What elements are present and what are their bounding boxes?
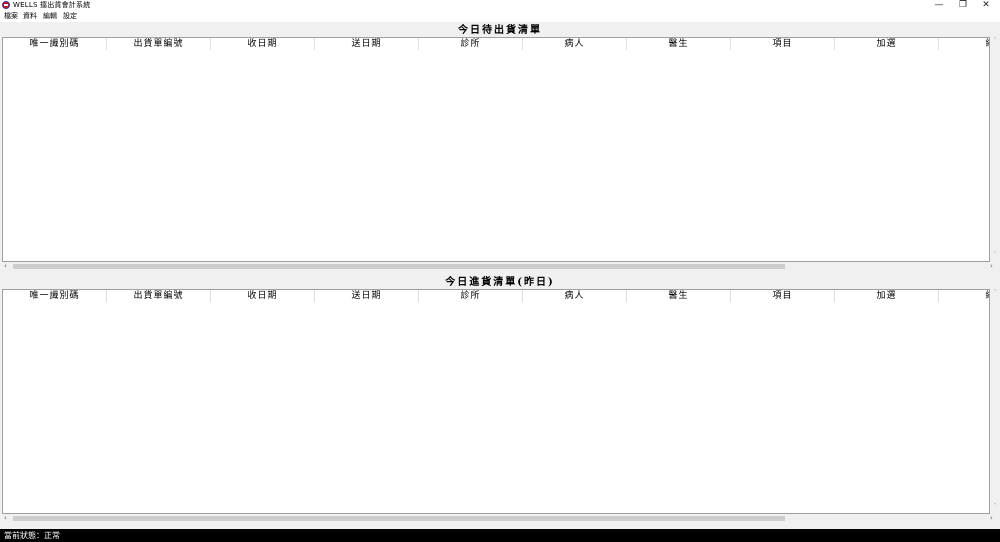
- column-header[interactable]: 診所: [419, 38, 523, 50]
- column-header[interactable]: 醫生: [627, 290, 731, 302]
- scroll-up-icon[interactable]: ˄: [990, 289, 1000, 296]
- pending-shipments-table[interactable]: 唯一識別碼 出貨單編號 收日期 送日期 診所 病人 醫生 項目 加選 總: [2, 37, 990, 262]
- scroll-left-icon[interactable]: ‹: [4, 514, 7, 523]
- table-header: 唯一識別碼 出貨單編號 收日期 送日期 診所 病人 醫生 項目 加選 總: [3, 290, 989, 302]
- scroll-down-icon[interactable]: ˅: [990, 251, 1000, 258]
- scroll-down-icon[interactable]: ˅: [990, 503, 1000, 510]
- incoming-goods-table[interactable]: 唯一識別碼 出貨單編號 收日期 送日期 診所 病人 醫生 項目 加選 總: [2, 289, 990, 514]
- column-header[interactable]: 項目: [731, 290, 835, 302]
- vertical-scrollbar[interactable]: ˄ ˅: [990, 289, 1000, 514]
- app-logo-icon: [2, 1, 10, 9]
- close-button[interactable]: ✕: [972, 0, 1000, 11]
- column-header[interactable]: 診所: [419, 290, 523, 302]
- scrollbar-thumb[interactable]: [13, 264, 785, 269]
- scroll-up-icon[interactable]: ˄: [990, 37, 1000, 44]
- column-header[interactable]: 收日期: [211, 290, 315, 302]
- window-title: WELLS 擂出貨會計系統: [13, 1, 91, 9]
- scroll-left-icon[interactable]: ‹: [4, 262, 7, 271]
- column-header[interactable]: 唯一識別碼: [3, 290, 107, 302]
- column-header[interactable]: 加選: [835, 290, 939, 302]
- scroll-right-icon[interactable]: ›: [990, 262, 993, 271]
- column-header[interactable]: 唯一識別碼: [3, 38, 107, 50]
- column-header[interactable]: 醫生: [627, 38, 731, 50]
- column-header[interactable]: 加選: [835, 38, 939, 50]
- column-header[interactable]: 送日期: [315, 38, 419, 50]
- horizontal-scrollbar[interactable]: ‹ ›: [2, 262, 1000, 271]
- column-header[interactable]: 項目: [731, 38, 835, 50]
- scroll-right-icon[interactable]: ›: [990, 514, 993, 523]
- column-header[interactable]: 收日期: [211, 38, 315, 50]
- incoming-goods-title: 今日進貨清單(昨日): [445, 277, 555, 288]
- column-header[interactable]: 病人: [523, 290, 627, 302]
- column-header[interactable]: 出貨單編號: [107, 290, 211, 302]
- pending-shipments-title: 今日待出貨清單: [458, 25, 542, 36]
- column-header[interactable]: 出貨單編號: [107, 38, 211, 50]
- scrollbar-thumb[interactable]: [13, 516, 785, 521]
- column-header[interactable]: 送日期: [315, 290, 419, 302]
- status-bar: 當前狀態：正常: [0, 529, 1000, 542]
- vertical-scrollbar[interactable]: ˄ ˅: [990, 37, 1000, 262]
- status-text: 當前狀態：正常: [4, 531, 60, 540]
- column-header[interactable]: 總: [939, 38, 989, 50]
- column-header[interactable]: 病人: [523, 38, 627, 50]
- column-header[interactable]: 總: [939, 290, 989, 302]
- table-header: 唯一識別碼 出貨單編號 收日期 送日期 診所 病人 醫生 項目 加選 總: [3, 38, 989, 50]
- title-bar: WELLS 擂出貨會計系統 — ❐ ✕: [0, 0, 1000, 11]
- horizontal-scrollbar[interactable]: ‹ ›: [2, 514, 1000, 523]
